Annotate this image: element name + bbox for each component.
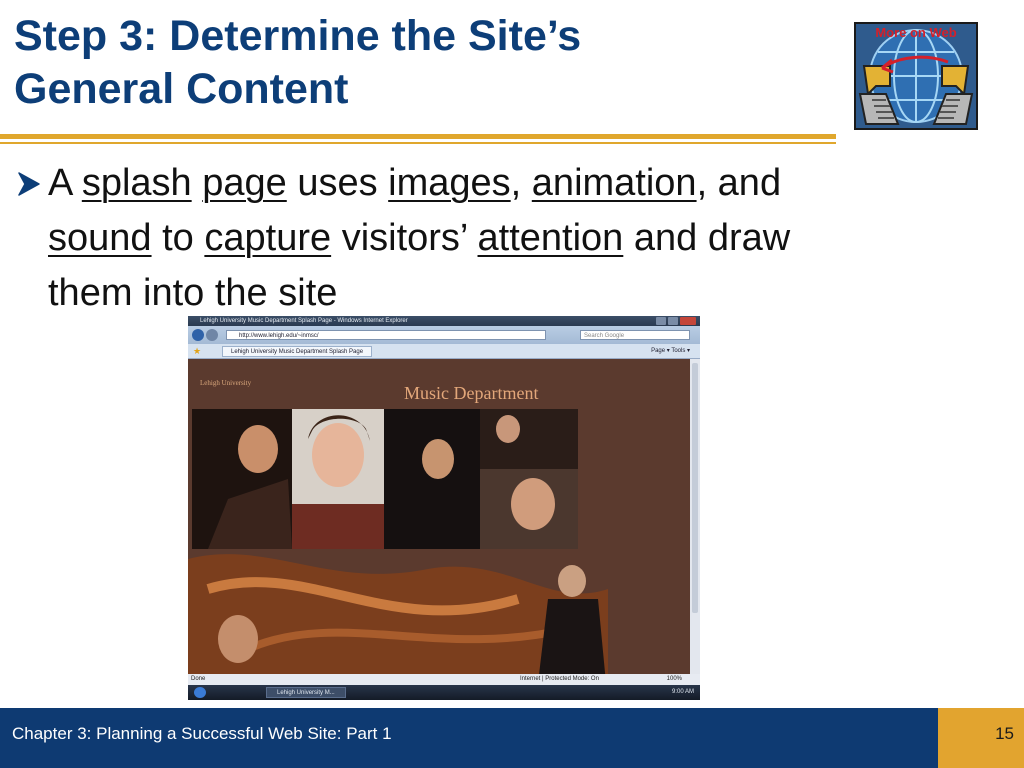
term-sound: sound [48,217,152,259]
word-a: A [48,162,72,204]
page-scrollbar [690,359,700,683]
arrow-bullet-icon [18,172,40,196]
back-icon [192,329,204,341]
term-capture: capture [204,217,332,259]
forward-icon [206,329,218,341]
browser-status-bar: Done Internet | Protected Mode: On 100% [188,674,700,685]
close-icon [680,317,696,325]
browser-screenshot: Lehigh University Music Department Splas… [188,316,700,700]
address-bar: http://www.lehigh.edu/~inmsc/ [226,330,546,340]
term-page: page [202,162,287,204]
word-and: , and [696,162,782,204]
word-them-into-site: them into the site [48,272,338,314]
word-uses: uses [297,162,378,204]
more-on-web-icon[interactable]: More on Web [854,22,978,130]
window-controls [656,317,696,325]
search-box: Search Google [580,330,690,340]
start-orb-icon [194,687,206,698]
browser-title-bar: Lehigh University Music Department Splas… [188,316,700,326]
windows-taskbar: Lehigh University M... 9:00 AM [188,685,700,700]
browser-command-bar: Page ▾ Tools ▾ [651,348,690,354]
page-number: 15 [995,724,1014,743]
slide-title: Step 3: Determine the Site’s General Con… [14,10,834,116]
word-visitors: visitors’ [341,217,467,259]
browser-window-title: Lehigh University Music Department Splas… [200,318,408,324]
browser-tab-row: ★ Lehigh University Music Department Spl… [188,344,700,359]
minimize-icon [656,317,666,325]
browser-tab: Lehigh University Music Department Splas… [222,346,372,357]
splash-page-content: Lehigh University Music Department [188,359,700,683]
slide-title-line-2: General Content [14,65,349,113]
title-divider-thick [0,134,836,139]
comma-1: , [510,162,522,204]
term-attention: attention [477,217,624,259]
word-and-draw: and draw [633,217,791,259]
term-splash: splash [81,162,192,204]
status-done: Done [191,676,206,682]
term-images: images [388,162,511,204]
more-on-web-label: More on Web [875,25,957,40]
slide-title-line-1: Step 3: Determine the Site’s [14,12,582,60]
maximize-icon [668,317,678,325]
term-animation: animation [531,162,697,204]
browser-address-row: http://www.lehigh.edu/~inmsc/ Search Goo… [188,326,700,344]
footer-chapter-text: Chapter 3: Planning a Successful Web Sit… [12,724,392,743]
title-divider-thin [0,142,836,144]
status-zone: Internet | Protected Mode: On [520,676,599,682]
bullet-text: A splash page uses images, animation, an… [48,156,968,321]
musician-photo-collage [188,409,608,683]
favorites-star-icon: ★ [193,346,202,356]
status-zoom: 100% [666,676,682,682]
word-to: to [162,217,194,259]
scrollbar-thumb [692,363,698,613]
taskbar-clock: 9:00 AM [671,689,694,695]
taskbar-button: Lehigh University M... [266,687,346,698]
